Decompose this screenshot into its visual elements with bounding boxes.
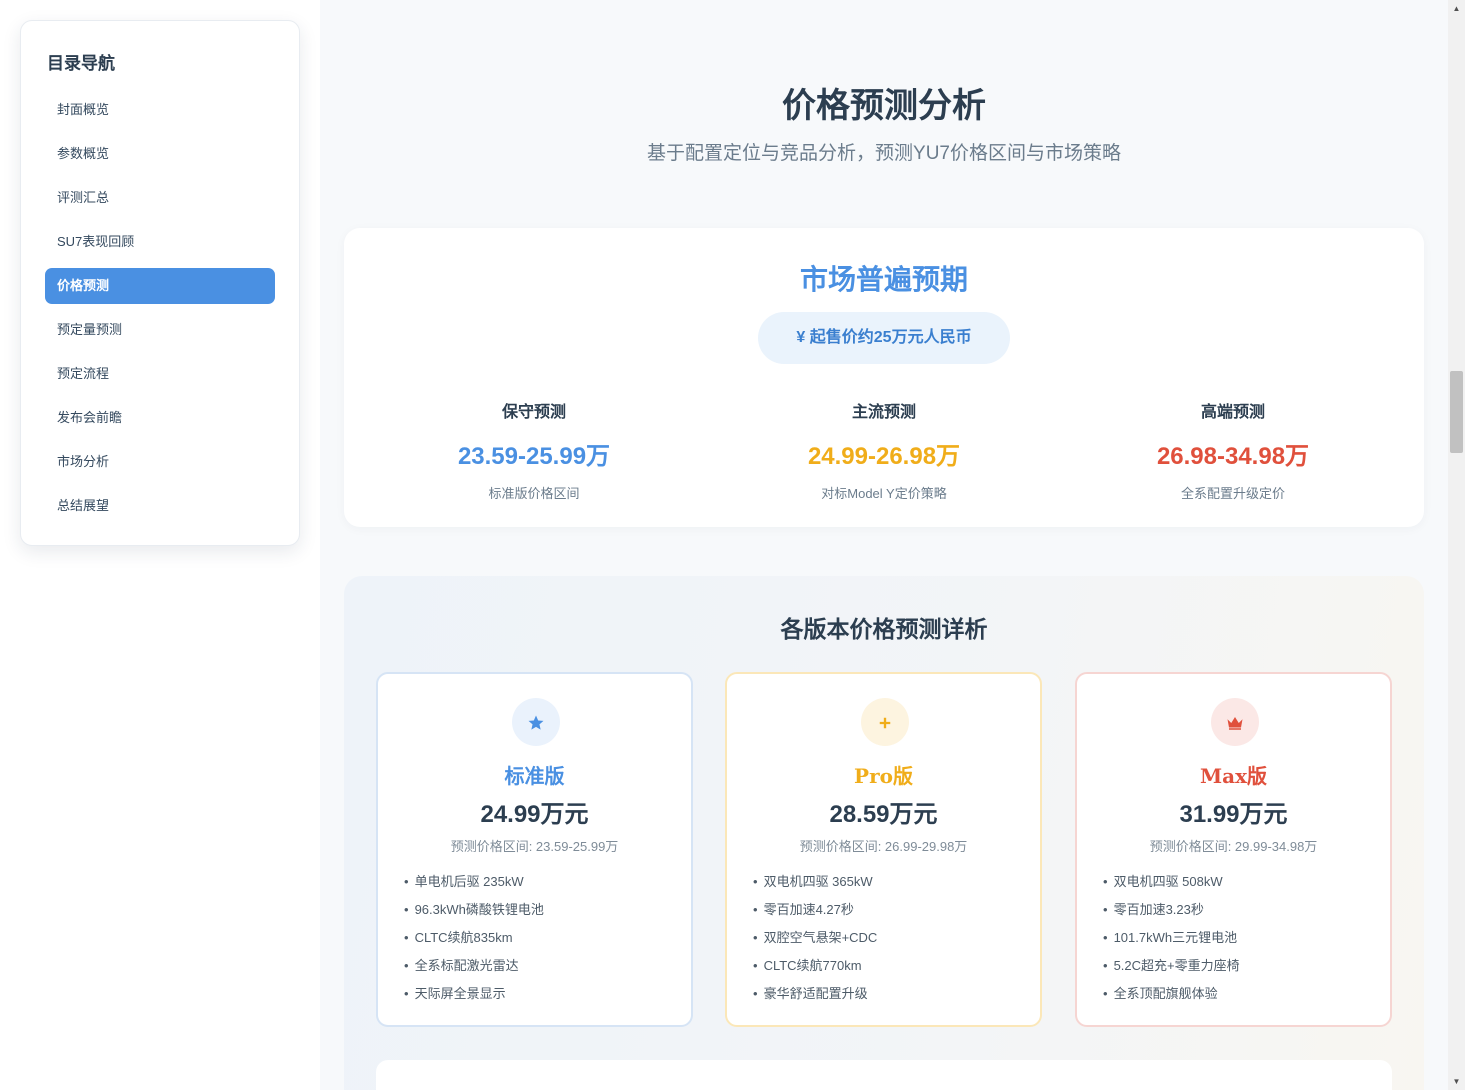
nav-item-order-process[interactable]: 预定流程 [45,356,275,392]
page-title: 价格预测分析 [782,86,986,126]
nav-item-cover[interactable]: 封面概览 [45,92,275,128]
nav-item-launch-preview[interactable]: 发布会前瞻 [45,400,275,436]
starting-price-badge: ¥ 起售价约25万元人民币 [758,312,1010,364]
version-price: 31.99万元 [1179,801,1288,828]
page-subtitle: 基于配置定位与竞品分析，预测YU7价格区间与市场策略 [647,143,1121,164]
version-price: 24.99万元 [480,801,589,828]
feature-item: CLTC续航835km [404,924,544,952]
nav-item-summary[interactable]: 总结展望 [45,488,275,524]
market-expectation-card: 市场普遍预期 ¥ 起售价约25万元人民币 保守预测 23.59-25.99万 标… [344,228,1424,527]
main-content: 价格预测分析 基于配置定位与竞品分析，预测YU7价格区间与市场策略 市场普遍预期… [320,0,1448,1090]
scroll-up-arrow-icon[interactable]: ▲ [1448,0,1465,17]
expectation-title: 市场普遍预期 [799,263,968,296]
feature-item: 5.2C超充+零重力座椅 [1103,952,1240,980]
forecast-desc: 标准版价格区间 [488,486,580,501]
plus-icon [861,698,909,746]
version-range: 预测价格区间: 26.99-29.98万 [799,839,968,854]
forecast-value: 24.99-26.98万 [807,443,961,470]
version-card-standard: 标准版 24.99万元 预测价格区间: 23.59-25.99万 单电机后驱 2… [376,672,693,1027]
nav-item-market-analysis[interactable]: 市场分析 [45,444,275,480]
nav-item-specs[interactable]: 参数概览 [45,136,275,172]
forecast-value: 26.98-34.98万 [1156,443,1310,470]
forecast-mainstream: 主流预测 24.99-26.98万 对标Model Y定价策略 [734,398,1034,502]
feature-item: 双腔空气悬架+CDC [753,924,878,952]
feature-item: 零百加速3.23秒 [1103,896,1240,924]
forecast-label: 高端预测 [1200,404,1265,421]
feature-list: 单电机后驱 235kW 96.3kWh磷酸铁锂电池 CLTC续航835km 全系… [404,868,544,1008]
nav-item-price-forecast[interactable]: 价格预测 [45,268,275,304]
feature-item: CLTC续航770km [753,952,877,980]
star-icon [512,698,560,746]
feature-item: 双电机四驱 508kW [1103,868,1240,896]
forecast-desc: 对标Model Y定价策略 [821,486,947,501]
details-title: 各版本价格预测详析 [780,616,988,643]
nav-item-order-forecast[interactable]: 预定量预测 [45,312,275,348]
version-range: 预测价格区间: 29.99-34.98万 [1149,839,1318,854]
forecast-conservative: 保守预测 23.59-25.99万 标准版价格区间 [384,398,684,502]
next-card-partial [376,1060,1392,1090]
feature-item: 单电机后驱 235kW [404,868,544,896]
crown-icon [1211,698,1259,746]
version-card-max: Max版 31.99万元 预测价格区间: 29.99-34.98万 双电机四驱 … [1075,672,1392,1027]
version-name: 标准版 [504,764,565,788]
sidebar-area: 目录导航 封面概览 参数概览 评测汇总 SU7表现回顾 价格预测 预定量预测 预… [0,0,320,1090]
feature-list: 双电机四驱 508kW 零百加速3.23秒 101.7kWh三元锂电池 5.2C… [1103,868,1240,1008]
feature-item: 双电机四驱 365kW [753,868,877,896]
sidebar-title: 目录导航 [47,54,115,74]
feature-item: 101.7kWh三元锂电池 [1103,924,1240,952]
forecast-value: 23.59-25.99万 [457,443,611,470]
forecast-label: 保守预测 [501,404,566,421]
scroll-thumb[interactable] [1450,371,1463,453]
feature-list: 双电机四驱 365kW 零百加速4.27秒 双腔空气悬架+CDC CLTC续航7… [753,868,878,1008]
version-name: Pro版 [854,764,913,788]
feature-item: 96.3kWh磷酸铁锂电池 [404,896,544,924]
version-range: 预测价格区间: 23.59-25.99万 [450,839,619,854]
feature-item: 全系顶配旗舰体验 [1103,980,1240,1008]
nav-item-su7-review[interactable]: SU7表现回顾 [45,224,275,260]
nav-item-reviews[interactable]: 评测汇总 [45,180,275,216]
toc-sidebar: 目录导航 封面概览 参数概览 评测汇总 SU7表现回顾 价格预测 预定量预测 预… [20,20,300,546]
feature-item: 零百加速4.27秒 [753,896,877,924]
version-details-section: 各版本价格预测详析 标准版 24.99万元 预测价格区间: 23.59-25.9… [344,576,1424,1090]
forecast-premium: 高端预测 26.98-34.98万 全系配置升级定价 [1083,398,1383,502]
vertical-scrollbar[interactable]: ▲ ▼ [1448,0,1465,1090]
feature-item: 豪华舒适配置升级 [753,980,877,1008]
forecast-label: 主流预测 [851,404,916,421]
version-price: 28.59万元 [829,801,938,828]
version-name: Max版 [1199,764,1268,788]
nav-list: 封面概览 参数概览 评测汇总 SU7表现回顾 价格预测 预定量预测 预定流程 发… [45,92,275,524]
feature-item: 天际屏全景显示 [404,980,544,1008]
scroll-down-arrow-icon[interactable]: ▼ [1448,1073,1465,1090]
forecast-desc: 全系配置升级定价 [1180,486,1285,501]
feature-item: 全系标配激光雷达 [404,952,544,980]
version-card-pro: Pro版 28.59万元 预测价格区间: 26.99-29.98万 双电机四驱 … [725,672,1042,1027]
